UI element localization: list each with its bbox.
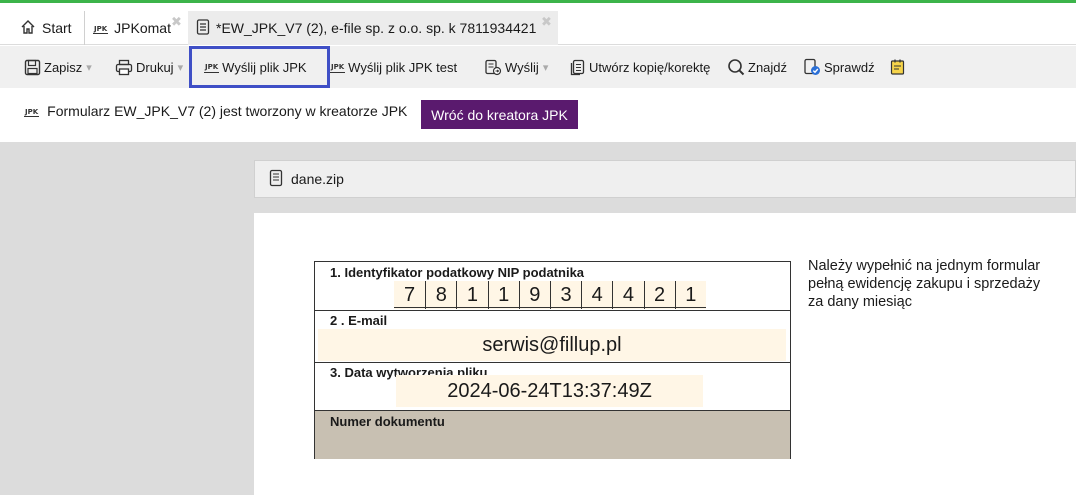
nip-label: 1. Identyfikator podatkowy NIP podatnika xyxy=(330,265,585,280)
tab-document-label: *EW_JPK_V7 (2), e-file sp. z o.o. sp. k … xyxy=(216,20,537,36)
check-button[interactable]: Sprawdź xyxy=(803,46,875,88)
info-message: JPK Formularz EW_JPK_V7 (2) jest tworzon… xyxy=(24,103,407,119)
email-field[interactable]: serwis@fillup.pl xyxy=(318,329,786,361)
send-file-icon xyxy=(484,59,502,76)
nip-field[interactable]: 7 8 1 1 9 3 4 4 2 1 xyxy=(394,281,706,309)
document-number-section[interactable]: Numer dokumentu xyxy=(315,411,790,459)
sticky-note-icon xyxy=(889,58,907,76)
email-label: 2 . E-mail xyxy=(330,313,388,328)
info-text: Formularz EW_JPK_V7 (2) jest tworzony w … xyxy=(47,103,408,119)
close-icon[interactable]: ✖ xyxy=(541,14,552,30)
chevron-down-icon[interactable]: ▾ xyxy=(86,61,92,74)
print-label: Drukuj xyxy=(136,59,174,75)
send-label: Wyślij xyxy=(505,59,539,75)
find-button[interactable]: Znajdź xyxy=(727,46,787,88)
nip-section: 1. Identyfikator podatkowy NIP podatnika… xyxy=(315,262,790,311)
document-icon xyxy=(196,18,210,38)
printer-icon xyxy=(115,59,133,76)
jpk-icon: JPK xyxy=(204,61,220,73)
nip-digit: 9 xyxy=(518,281,550,309)
jpk-icon: JPK xyxy=(330,61,346,73)
nip-digit: 3 xyxy=(549,281,581,309)
date-field[interactable]: 2024-06-24T13:37:49Z xyxy=(396,375,703,407)
send-jpk-test-button[interactable]: JPK Wyślij plik JPK test xyxy=(330,46,457,88)
nip-digit: 4 xyxy=(612,281,643,309)
tab-start[interactable]: Start xyxy=(20,11,72,45)
file-bar[interactable]: dane.zip xyxy=(254,160,1076,198)
nip-digit: 4 xyxy=(581,281,612,309)
check-document-icon xyxy=(803,58,821,76)
save-label: Zapisz xyxy=(44,59,83,75)
form-note: Należy wypełnić na jednym formular pełną… xyxy=(808,257,1076,311)
note-line: pełną ewidencję zakupu i sprzedaży xyxy=(808,276,1041,292)
home-icon xyxy=(20,19,36,38)
tab-document[interactable]: *EW_JPK_V7 (2), e-file sp. z o.o. sp. k … xyxy=(188,11,558,45)
tab-jpkomat-label: JPKomat xyxy=(114,20,171,36)
magnifier-icon xyxy=(727,58,745,76)
chevron-down-icon[interactable]: ▾ xyxy=(178,61,184,74)
close-icon[interactable]: ✖ xyxy=(171,14,182,30)
find-label: Znajdź xyxy=(748,59,788,75)
send-jpk-button[interactable]: JPK Wyślij plik JPK xyxy=(204,46,307,88)
declaration-form: 1. Identyfikator podatkowy NIP podatnika… xyxy=(314,261,791,459)
file-name: dane.zip xyxy=(291,171,344,187)
floppy-icon xyxy=(24,59,41,76)
nip-digit: 1 xyxy=(487,281,519,309)
email-section: 2 . E-mail serwis@fillup.pl xyxy=(315,311,790,363)
sticky-note-button[interactable] xyxy=(889,46,910,88)
print-button[interactable]: Drukuj ▾ xyxy=(115,46,185,88)
nip-digit: 1 xyxy=(456,281,487,309)
send-button[interactable]: Wyślij ▾ xyxy=(484,46,550,88)
note-line: Należy wypełnić na jednym formular xyxy=(808,258,1041,274)
tab-jpkomat[interactable]: JPK JPKomat ✖ xyxy=(84,11,184,45)
jpk-icon: JPK xyxy=(93,22,109,34)
copy-icon xyxy=(569,59,586,76)
note-line: za dany miesiąc xyxy=(808,294,912,310)
send-jpk-label: Wyślij plik JPK xyxy=(222,59,307,75)
zip-file-icon xyxy=(269,169,283,190)
nip-digit: 7 xyxy=(404,284,416,306)
save-button[interactable]: Zapisz ▾ xyxy=(24,46,94,88)
create-copy-button[interactable]: Utwórz kopię/korektę xyxy=(569,46,710,88)
nip-digit: 2 xyxy=(643,281,675,309)
chevron-down-icon[interactable]: ▾ xyxy=(543,61,549,74)
back-to-creator-button[interactable]: Wróć do kreatora JPK xyxy=(421,100,578,129)
date-section: 3. Data wytworzenia pliku 2024-06-24T13:… xyxy=(315,363,790,411)
send-jpk-test-label: Wyślij plik JPK test xyxy=(348,59,458,75)
tab-bar: Start JPK JPKomat ✖ *EW_JPK_V7 (2), e-fi… xyxy=(0,3,1076,45)
toolbar: Zapisz ▾ Drukuj ▾ JPK Wyślij plik JPK JP… xyxy=(0,46,1076,88)
document-number-label: Numer dokumentu xyxy=(330,414,445,429)
nip-digit: 1 xyxy=(674,281,706,309)
check-label: Sprawdź xyxy=(824,59,875,75)
tab-start-label: Start xyxy=(42,20,72,36)
create-copy-label: Utwórz kopię/korektę xyxy=(589,59,711,75)
nip-digit: 8 xyxy=(425,281,456,309)
jpk-icon: JPK xyxy=(24,105,40,117)
nip-baseline xyxy=(394,307,706,308)
